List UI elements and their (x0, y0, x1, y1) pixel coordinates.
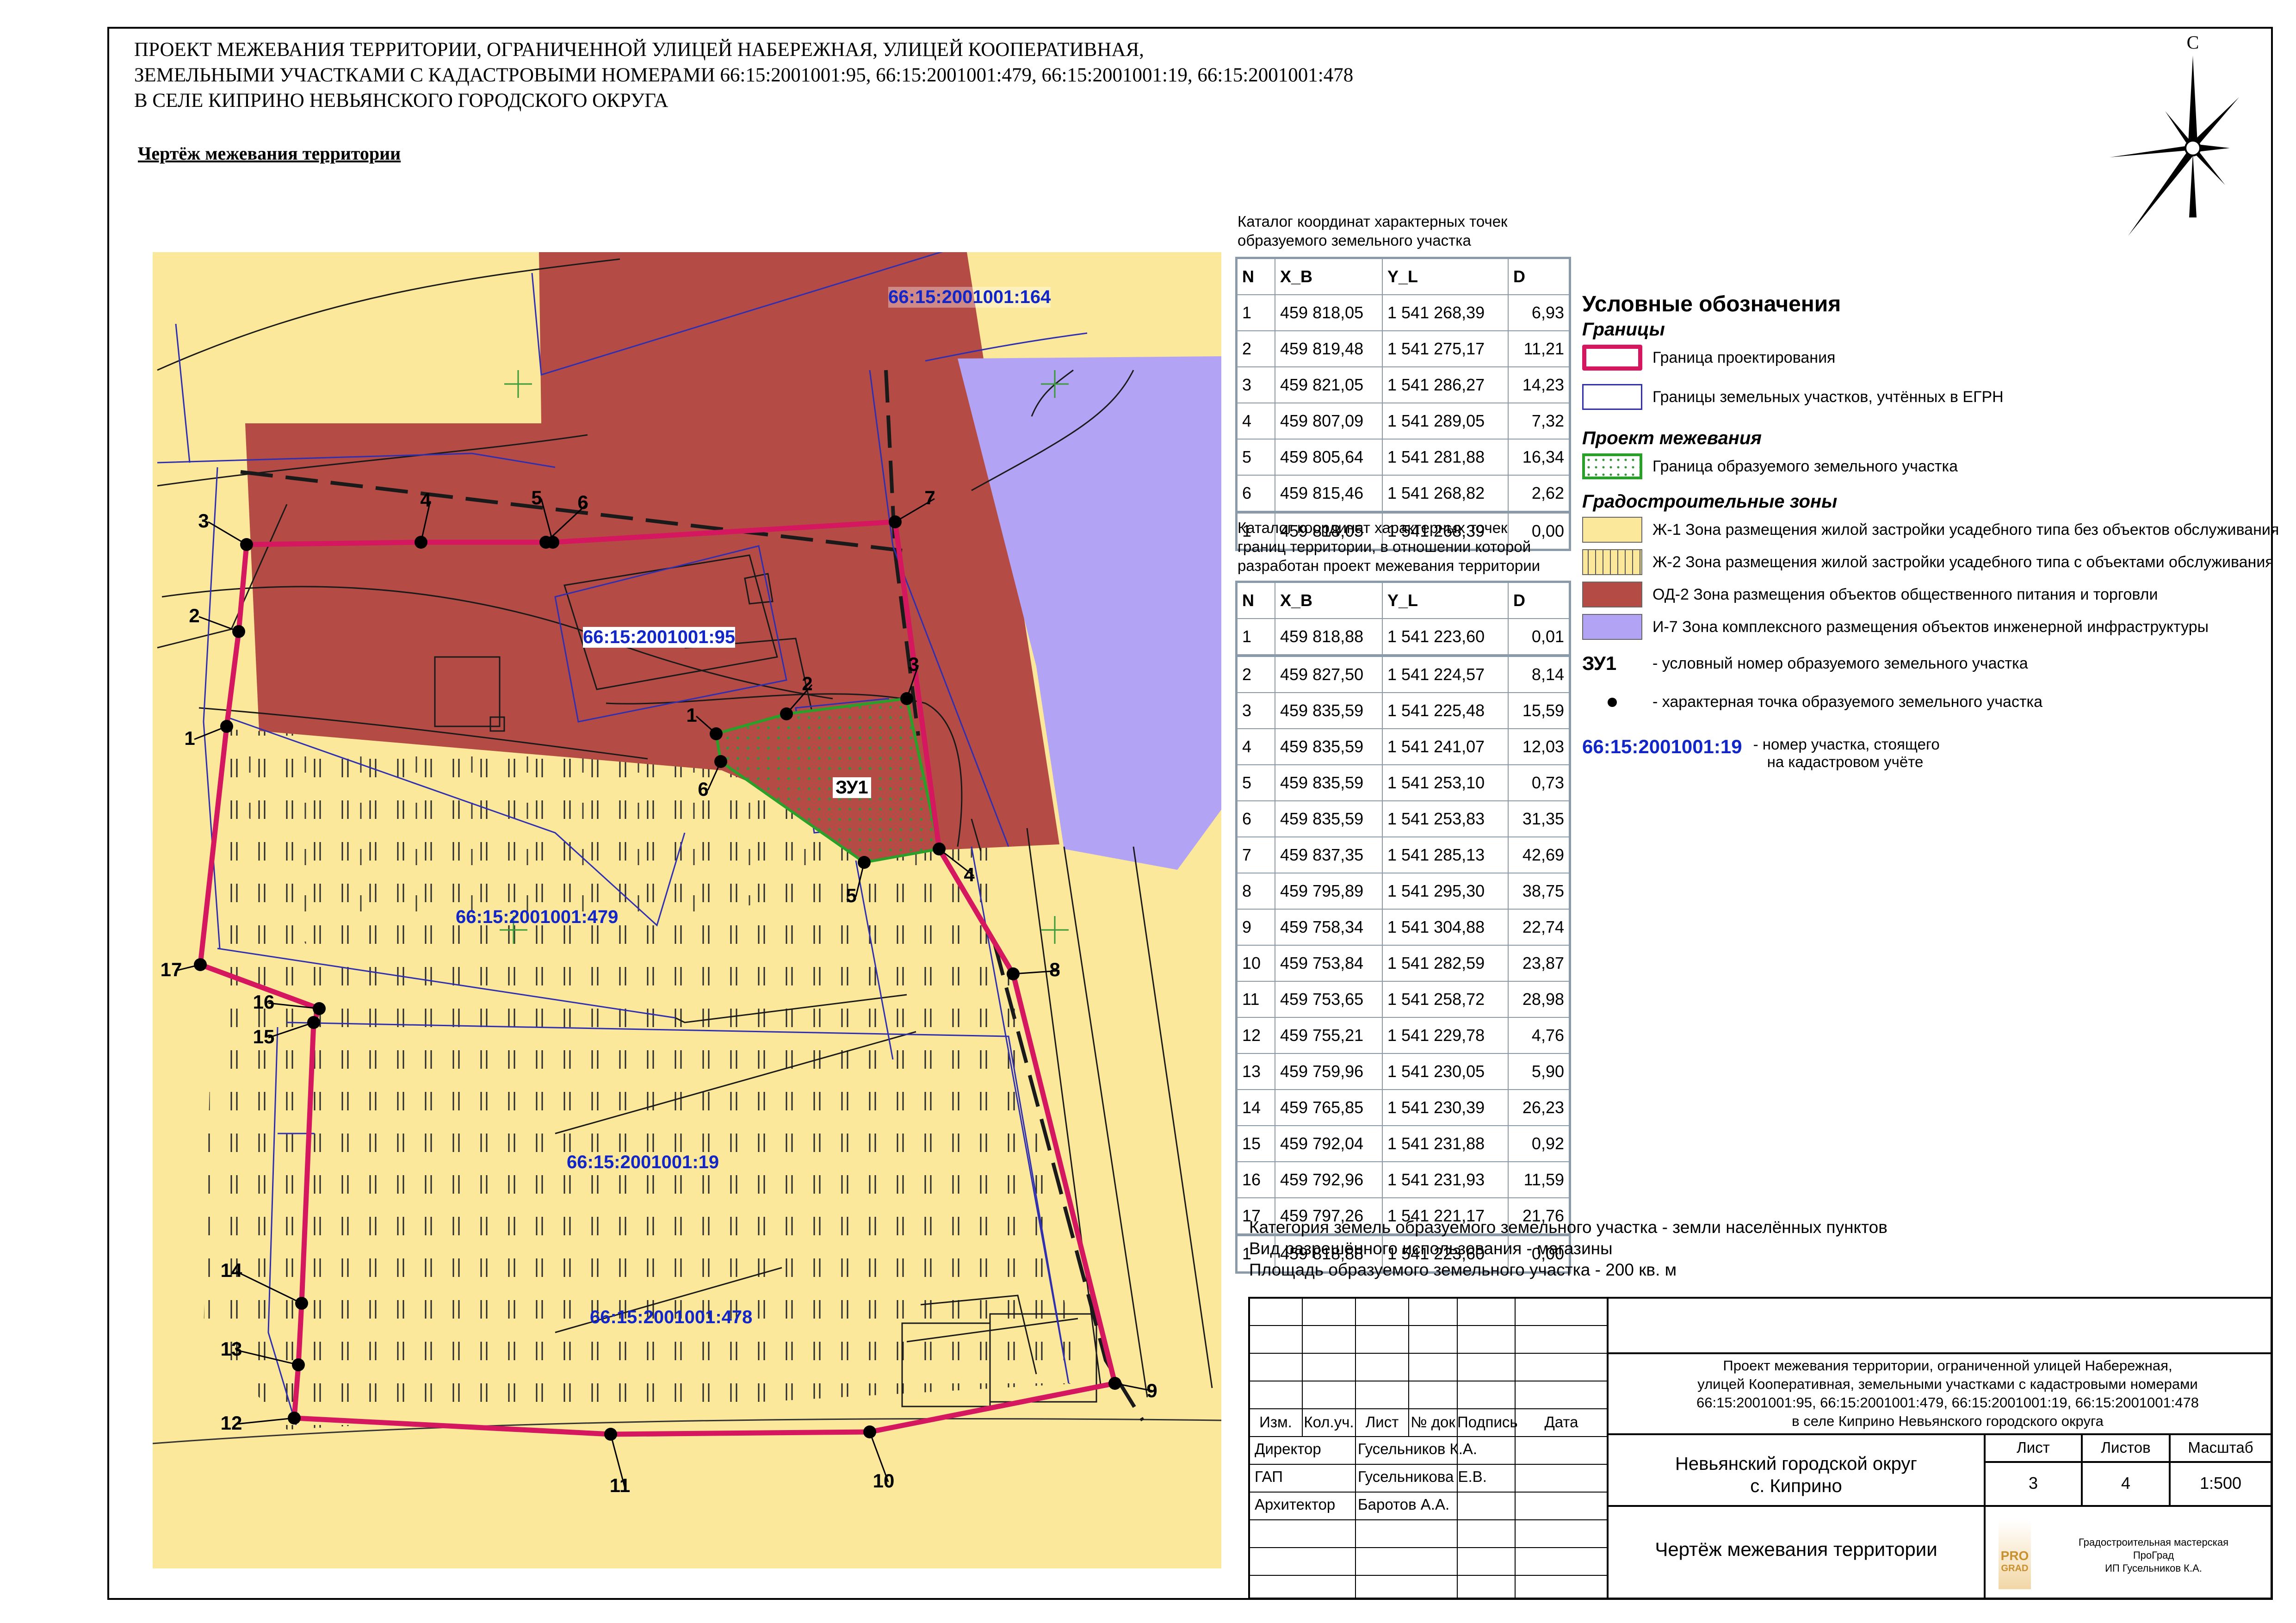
stamp-person: Гусельникова Е.В. (1358, 1468, 1487, 1485)
stamp-role: ГАП (1255, 1468, 1283, 1485)
stamp-col-header: Подпись (1457, 1413, 1518, 1431)
stamp-person: Баротов А.А. (1358, 1496, 1450, 1513)
stamp-col-header: Изм. (1259, 1413, 1292, 1431)
stamp-col-header: № док (1411, 1413, 1455, 1431)
stamp-scale-label: Масштаб (2188, 1439, 2253, 1456)
company-logo: PRO GRAD (1999, 1520, 2031, 1589)
stamp-sheet-label: Лист (2017, 1439, 2050, 1456)
stamp-role: Архитектор (1255, 1496, 1336, 1513)
stamp-location: Невьянский городской округ с. Киприно (1675, 1454, 1917, 1496)
stamp-col-header: Лист (1365, 1413, 1399, 1431)
stamp-sheets: 4 (2121, 1474, 2131, 1493)
stamp-project-title: Проект межевания территории, ограниченно… (1696, 1357, 2199, 1429)
stamp-sheets-label: Листов (2101, 1439, 2151, 1456)
stamp-sheet: 3 (2028, 1474, 2038, 1493)
stamp-person: Гусельников К.А. (1358, 1440, 1478, 1457)
stamp-scale: 1:500 (2199, 1474, 2242, 1493)
stamp-role: Директор (1255, 1440, 1321, 1457)
stamp-col-header: Дата (1544, 1413, 1578, 1431)
stamp-drawing-name: Чертёж межевания территории (1655, 1538, 1937, 1560)
stamp-company: Градостроительная мастерская ПроГрад ИП … (2078, 1536, 2229, 1574)
stamp-col-header: Кол.уч. (1304, 1413, 1354, 1431)
